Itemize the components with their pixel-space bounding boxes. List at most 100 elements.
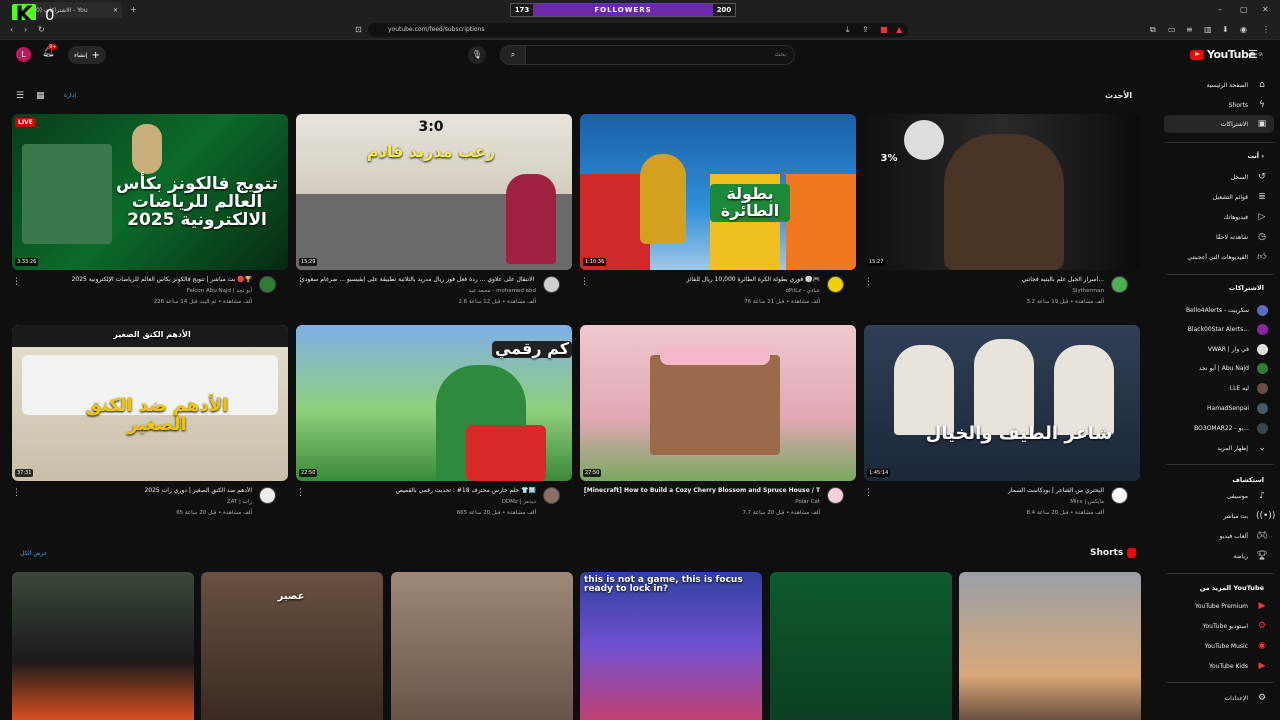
- sidebar-subscription[interactable]: BO3OMAR22 - بو...: [1164, 419, 1274, 437]
- maximize-icon[interactable]: ▢: [1240, 5, 1248, 14]
- sidebar-item-settings[interactable]: الإعدادات ⚙: [1164, 689, 1274, 707]
- minimize-icon[interactable]: –: [1218, 5, 1222, 14]
- short-card[interactable]: [12, 572, 194, 720]
- search-button[interactable]: ⌕: [500, 45, 526, 65]
- manage-link[interactable]: إدارة: [64, 92, 76, 99]
- close-tab-icon[interactable]: ✕: [113, 7, 118, 14]
- sidebar-subscription[interactable]: VWAR | في وار: [1164, 340, 1274, 358]
- video-title[interactable]: ليلة الانتقال على علاوي ... ردة فعل فوز …: [300, 276, 536, 283]
- reload-icon[interactable]: ↻: [38, 25, 45, 34]
- video-title[interactable]: [Minecraft] How to Build a Cozy Cherry B…: [584, 487, 820, 494]
- channel-avatar[interactable]: [259, 487, 276, 504]
- sidebar-item-history[interactable]: السجل ↺: [1164, 168, 1274, 186]
- video-title[interactable]: الأدهم ضد الكنق الصغير | دوري زات 2025: [16, 487, 252, 494]
- you-section-heading[interactable]: أنت ›: [1247, 152, 1264, 160]
- sidebar-item-shorts[interactable]: Shorts ϟ: [1164, 96, 1274, 114]
- video-thumbnail[interactable]: الأدهم الكنق الصغير الأدهم ضد الكنق الصغ…: [12, 325, 288, 481]
- channel-avatar[interactable]: [543, 487, 560, 504]
- channel-name[interactable]: Polar Cat: [795, 499, 820, 505]
- sidebar-subscription[interactable]: أبو نجد | Abu Najd: [1164, 359, 1274, 377]
- back-icon[interactable]: ‹: [10, 25, 13, 34]
- video-thumbnail[interactable]: تتويج فالكونز بكأس العالم للرياضات الالك…: [12, 114, 288, 270]
- sidebar-item-subscriptions[interactable]: الاشتراكات ▣: [1164, 115, 1274, 133]
- sidebar-item-youtube-kids[interactable]: YouTube Kids ▶: [1164, 657, 1274, 675]
- forward-icon[interactable]: ›: [24, 25, 27, 34]
- bookmark-icon[interactable]: ⊡: [355, 25, 362, 34]
- share-icon[interactable]: ⇪: [862, 25, 869, 34]
- channel-name[interactable]: oPiiLz - عبادي: [786, 288, 820, 294]
- sidebar-item-music[interactable]: موسيقى ♪: [1164, 487, 1274, 505]
- channel-avatar[interactable]: [1111, 276, 1128, 293]
- guide-menu-icon[interactable]: ☰: [1248, 48, 1258, 61]
- short-card[interactable]: [770, 572, 952, 720]
- reading-list-icon[interactable]: ≡: [1186, 25, 1193, 34]
- sidebar-subscription[interactable]: LLE ليه: [1164, 379, 1274, 397]
- sidebar-item-sports[interactable]: رياضة 🏆︎: [1164, 547, 1274, 565]
- sidebar-item-youtube-studio[interactable]: YouTube استوديو ⚙: [1164, 617, 1274, 635]
- channel-name[interactable]: محمد عبد - mohamed abd: [468, 288, 536, 294]
- list-view-icon[interactable]: ☰: [16, 91, 24, 101]
- channel-avatar[interactable]: [543, 276, 560, 293]
- sidebar-item-liked[interactable]: الفيديوهات التي أعجبتني 👍︎: [1164, 248, 1274, 266]
- channel-name[interactable]: Slytherman: [1072, 288, 1104, 294]
- new-tab-icon[interactable]: +: [130, 5, 137, 14]
- video-thumbnail[interactable]: بطولة الطائرة 1:10:36: [580, 114, 856, 270]
- video-thumbnail[interactable]: شاعر الطيف والخيال 1:45:14: [864, 325, 1140, 481]
- sidebar-subscription[interactable]: Bello4Alerts - سكريبت: [1164, 301, 1274, 319]
- sidebar: الصفحة الرئيسية ⌂ Shorts ϟ الاشتراكات ▣ أنت…: [1158, 70, 1280, 720]
- video-title[interactable]: فوري بطولة الكرة الطائرة 10,000 ريال للف…: [584, 276, 820, 283]
- extensions-icon[interactable]: ⧉: [1150, 25, 1156, 35]
- channel-name[interactable]: ZAT | زات: [227, 499, 252, 505]
- channel-avatar[interactable]: [827, 276, 844, 293]
- short-card[interactable]: [391, 572, 573, 720]
- short-card[interactable]: this is not a game, this is focus ready …: [580, 572, 762, 720]
- menu-icon[interactable]: ⋮: [1262, 25, 1270, 34]
- create-button[interactable]: إنشاء +: [68, 46, 106, 64]
- sidebar-subscription[interactable]: Black00Star Alerts...: [1164, 320, 1274, 338]
- channel-avatar[interactable]: [1111, 487, 1128, 504]
- sidebar-item-playlists[interactable]: قوائم التشغيل ≣: [1164, 188, 1274, 206]
- video-thumbnail[interactable]: كم رقمي 22:50: [296, 325, 572, 481]
- sidebar-item-your-videos[interactable]: فيديوهاتك ▷: [1164, 208, 1274, 226]
- sidebar-item-youtube-music[interactable]: YouTube Music ◉: [1164, 637, 1274, 655]
- video-thumbnail[interactable]: 3:0 رعب مدريد قادم 15:29: [296, 114, 572, 270]
- extension-icon[interactable]: ■: [880, 25, 888, 34]
- sidebar-toggle-icon[interactable]: ▥: [1204, 25, 1212, 34]
- alert-icon[interactable]: ▲: [896, 25, 902, 34]
- show-more-button[interactable]: إظهار المزيد ⌄: [1164, 439, 1274, 457]
- cast-icon[interactable]: ▭: [1168, 25, 1176, 34]
- channel-avatar[interactable]: [259, 276, 276, 293]
- video-title[interactable]: حلم حارس محترف 18# : تحديت رقمي بالقميص …: [300, 487, 536, 494]
- short-card[interactable]: [959, 572, 1141, 720]
- video-title[interactable]: أسرار الجيل علّم باليتيه فجأتني...: [868, 276, 1104, 283]
- browser-tab[interactable]: (140) الاشتراكات - You ✕: [22, 2, 122, 18]
- downloads-icon[interactable]: ⬇: [1222, 25, 1229, 34]
- channel-name[interactable]: Falcon Abu Najd | أبو نجد: [187, 288, 252, 294]
- grid-view-icon[interactable]: ▦: [36, 91, 45, 101]
- sidebar-item-home[interactable]: الصفحة الرئيسية ⌂: [1164, 76, 1274, 94]
- video-thumbnail[interactable]: 3% 15:27: [864, 114, 1140, 270]
- sidebar-item-youtube-premium[interactable]: YouTube Premium ▶: [1164, 597, 1274, 615]
- show-all-link[interactable]: عرض الكل: [20, 550, 47, 557]
- live-icon: ((•)): [1256, 511, 1276, 521]
- sidebar-item-watch-later[interactable]: شاهدته لاحقًا ◷: [1164, 228, 1274, 246]
- divider: [1166, 142, 1274, 143]
- channel-name[interactable]: DDMz | ديدمز: [502, 499, 536, 505]
- close-window-icon[interactable]: ✕: [1262, 5, 1269, 14]
- search-input[interactable]: بحث: [525, 45, 795, 65]
- video-title[interactable]: البحتري من الشاعر | بودكاست السمار: [868, 487, 1104, 494]
- profile-icon[interactable]: ◉: [1240, 25, 1247, 34]
- channel-name[interactable]: Mics | مايكس: [1070, 499, 1104, 505]
- sidebar-item-live[interactable]: بث مباشر ((•)): [1164, 507, 1276, 525]
- avatar[interactable]: L: [16, 47, 31, 62]
- video-title[interactable]: بث مباشر | تتويج فالكونز بكأس العالم للر…: [16, 276, 252, 283]
- voice-search-icon[interactable]: 🎙︎: [468, 46, 486, 64]
- short-card[interactable]: عصير: [201, 572, 383, 720]
- video-thumbnail[interactable]: 27:50: [580, 325, 856, 481]
- url-field[interactable]: youtube.com/feed/subscriptions: [368, 23, 908, 37]
- sidebar-subscription[interactable]: HamadSenpai: [1164, 399, 1274, 417]
- sidebar-item-gaming[interactable]: ألعاب فيديو 🎮︎: [1164, 527, 1274, 545]
- thumb-jersey-image: [466, 425, 546, 481]
- download-icon[interactable]: ⤓: [846, 25, 850, 35]
- channel-avatar[interactable]: [827, 487, 844, 504]
